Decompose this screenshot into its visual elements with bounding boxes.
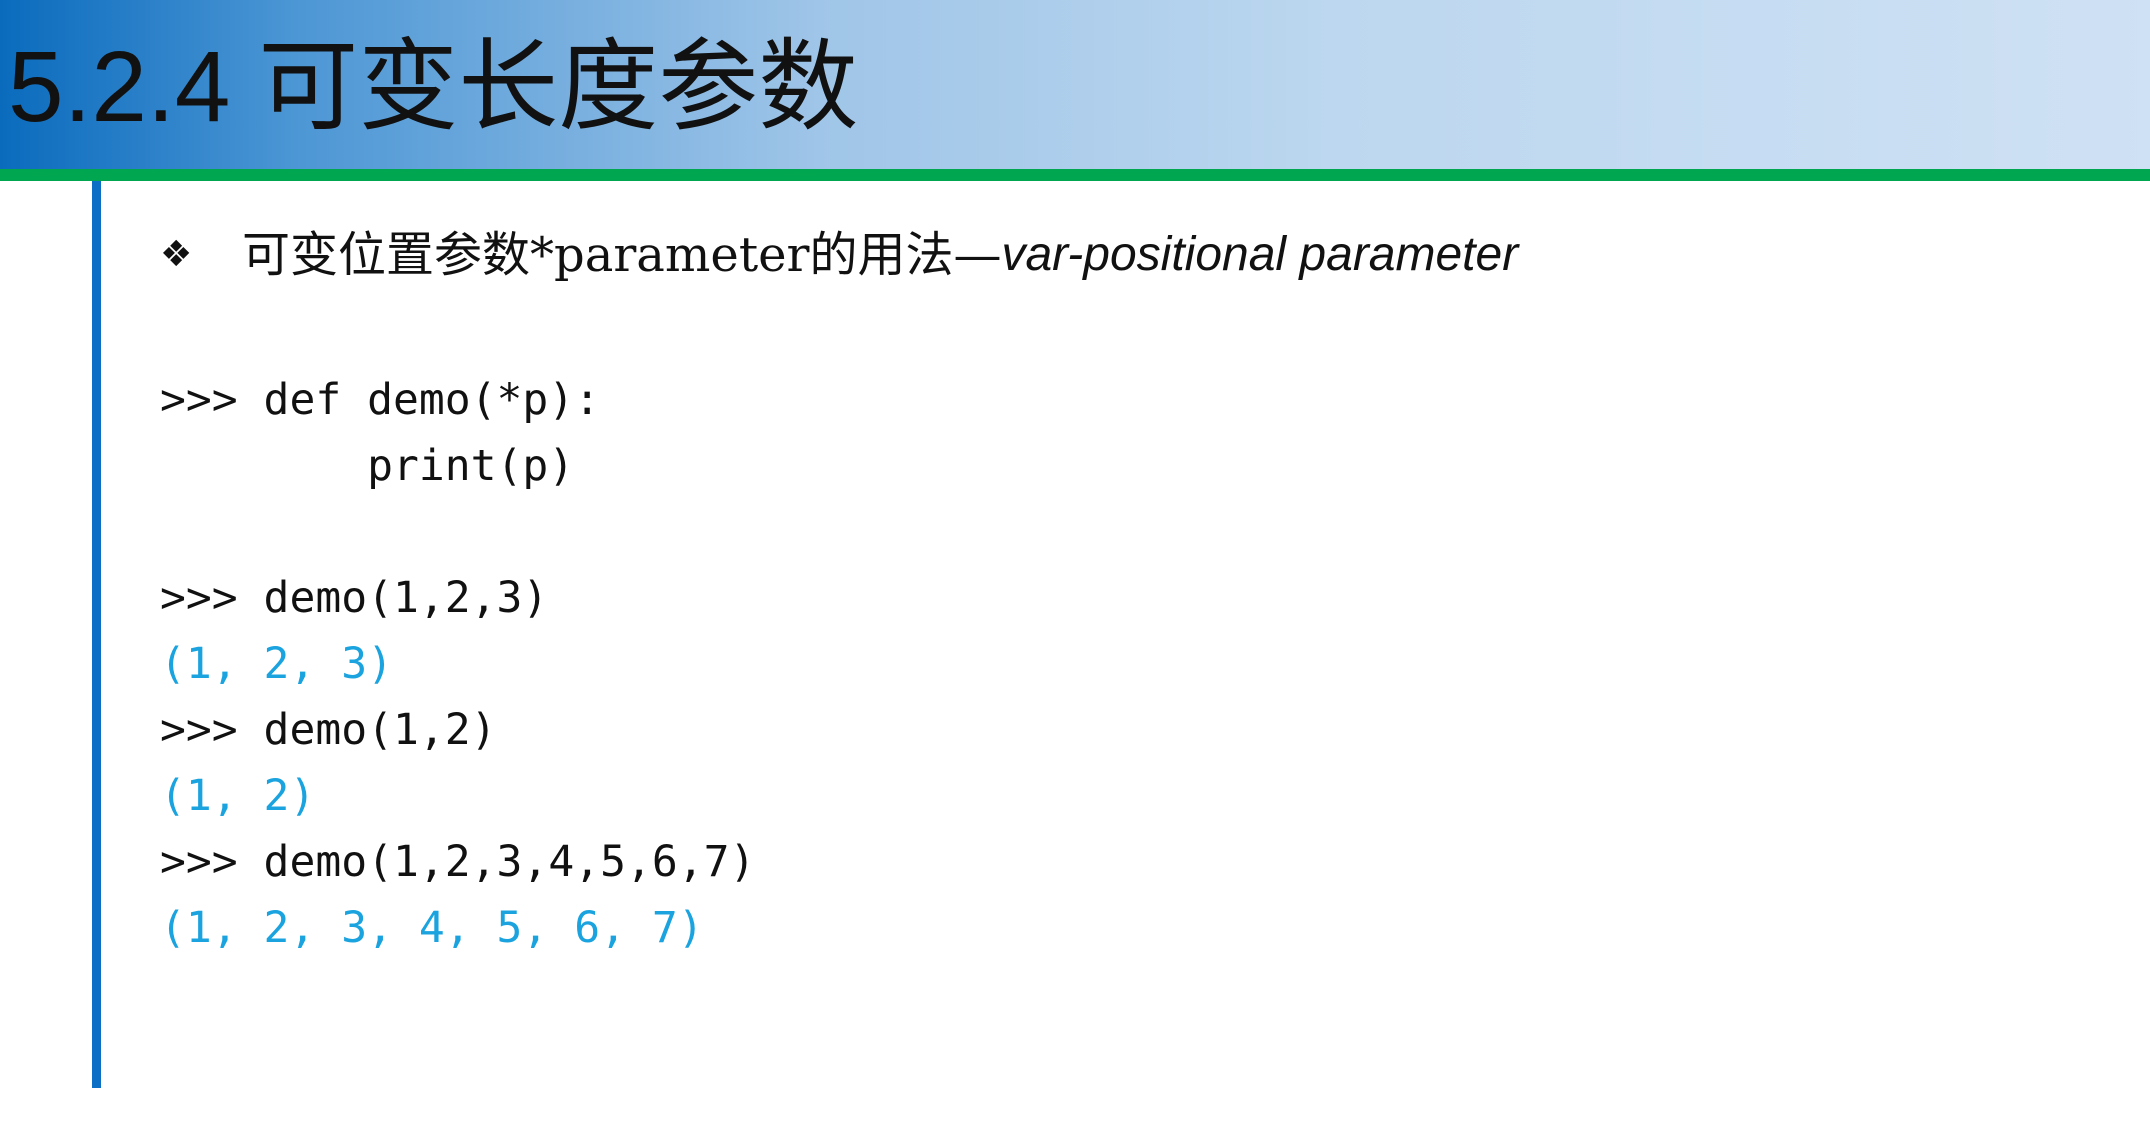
diamond-bullet-icon: ❖ [160, 234, 193, 275]
bullet-text-cn: 可变位置参数*parameter的用法— [242, 227, 1002, 283]
slide: 5.2.4 可变长度参数 ❖ 可变位置参数*parameter的用法—var-po… [0, 0, 2150, 1130]
slide-title: 5.2.4 可变长度参数 [8, 31, 859, 143]
code-output-line: (1, 2, 3, 4, 5, 6, 7) [160, 903, 704, 953]
code-line: print(p) [160, 441, 575, 491]
title-divider [0, 169, 2150, 181]
bullet-text-en: var-positional parameter [1001, 228, 1519, 281]
bullet-item: ❖ 可变位置参数*parameter的用法—var-positional para… [160, 222, 1518, 288]
code-line: >>> demo(1,2,3,4,5,6,7) [160, 837, 756, 887]
code-output-line: (1, 2) [160, 771, 316, 821]
left-accent-bar [92, 181, 101, 1088]
code-line: >>> def demo(*p): [160, 375, 601, 425]
code-line: >>> demo(1,2,3) [160, 573, 549, 623]
code-line: >>> demo(1,2) [160, 705, 497, 755]
code-output-line: (1, 2, 3) [160, 639, 393, 689]
title-band: 5.2.4 可变长度参数 [0, 0, 2150, 169]
